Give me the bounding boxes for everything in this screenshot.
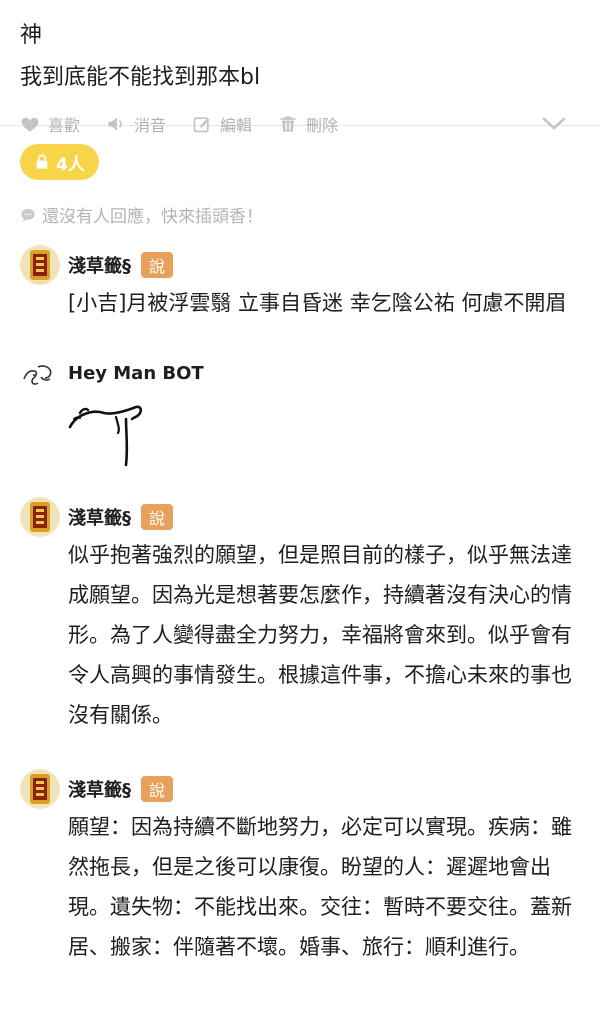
delete-label: 刪除 [306, 116, 339, 135]
thread-page: 神 我到底能不能找到那本bl 喜歡 消音 編輯 刪除 4人 還沒有人回應，快來插… [0, 0, 600, 1024]
say-tag: 說 [141, 252, 173, 278]
action-bar: 喜歡 消音 編輯 刪除 [20, 112, 580, 136]
heart-icon [21, 117, 39, 132]
reply-text: 似乎抱著強烈的願望，但是照目前的樣子，似乎無法達成願望。因為光是想著要怎麼作，持… [68, 543, 572, 727]
avatar[interactable] [20, 769, 60, 809]
reply-text: 願望：因為持續不斷地努力，必定可以實現。疾病：雖然拖長，但是之後可以康復。盼望的… [68, 815, 572, 959]
reply-header: Hey Man BOT [68, 357, 580, 389]
post-title: 神 [20, 23, 43, 48]
reply-text: [小吉]月被浮雲翳 立事自昏迷 幸乞陰公祐 何慮不開眉 [68, 291, 567, 315]
edit-label: 編輯 [220, 116, 253, 135]
post-body: 我到底能不能找到那本bl [20, 65, 261, 90]
reply-item: 淺草籤§ 說 願望：因為持續不斷地努力，必定可以實現。疾病：雖然拖長，但是之後可… [0, 769, 600, 967]
reply-author[interactable]: 淺草籤§ [68, 776, 131, 802]
reply-author[interactable]: 淺草籤§ [68, 252, 131, 278]
people-count-label: 4人 [56, 154, 85, 175]
speaker-icon [108, 117, 122, 131]
hint-text: 還沒有人回應，快來插頭香！ [42, 207, 263, 227]
reply-header: 淺草籤§ 說 [68, 497, 580, 537]
like-label: 喜歡 [48, 116, 81, 135]
mute-button[interactable]: 消音 [106, 112, 166, 136]
delete-button[interactable]: 刪除 [278, 112, 338, 136]
avatar[interactable] [20, 497, 60, 537]
reply-header: 淺草籤§ 說 [68, 245, 580, 285]
edit-button[interactable]: 編輯 [192, 112, 252, 136]
reply-item: Hey Man BOT [0, 357, 600, 467]
say-tag: 說 [141, 504, 173, 530]
chat-bubble-icon [21, 208, 35, 222]
meme-drawing [68, 405, 143, 467]
people-count-badge[interactable]: 4人 [20, 144, 99, 180]
chevron-down-icon [542, 117, 566, 130]
lock-icon [36, 154, 48, 169]
mute-label: 消音 [134, 116, 167, 135]
expand-button[interactable] [540, 112, 568, 136]
avatar[interactable] [20, 245, 60, 285]
avatar[interactable] [20, 357, 60, 397]
no-reply-hint: 還沒有人回應，快來插頭香！ [0, 202, 600, 227]
say-tag: 說 [141, 776, 173, 802]
like-button[interactable]: 喜歡 [20, 112, 80, 136]
reply-author[interactable]: Hey Man BOT [68, 363, 204, 384]
reply-item: 淺草籤§ 說 似乎抱著強烈的願望，但是照目前的樣子，似乎無法達成願望。因為光是想… [0, 497, 600, 735]
edit-icon [193, 117, 210, 133]
trash-icon [280, 116, 296, 132]
reply-item: 淺草籤§ 說 [小吉]月被浮雲翳 立事自昏迷 幸乞陰公祐 何慮不開眉 [0, 245, 600, 323]
original-post: 神 我到底能不能找到那本bl 喜歡 消音 編輯 刪除 [0, 0, 600, 135]
reply-author[interactable]: 淺草籤§ [68, 504, 131, 530]
reply-header: 淺草籤§ 說 [68, 769, 580, 809]
